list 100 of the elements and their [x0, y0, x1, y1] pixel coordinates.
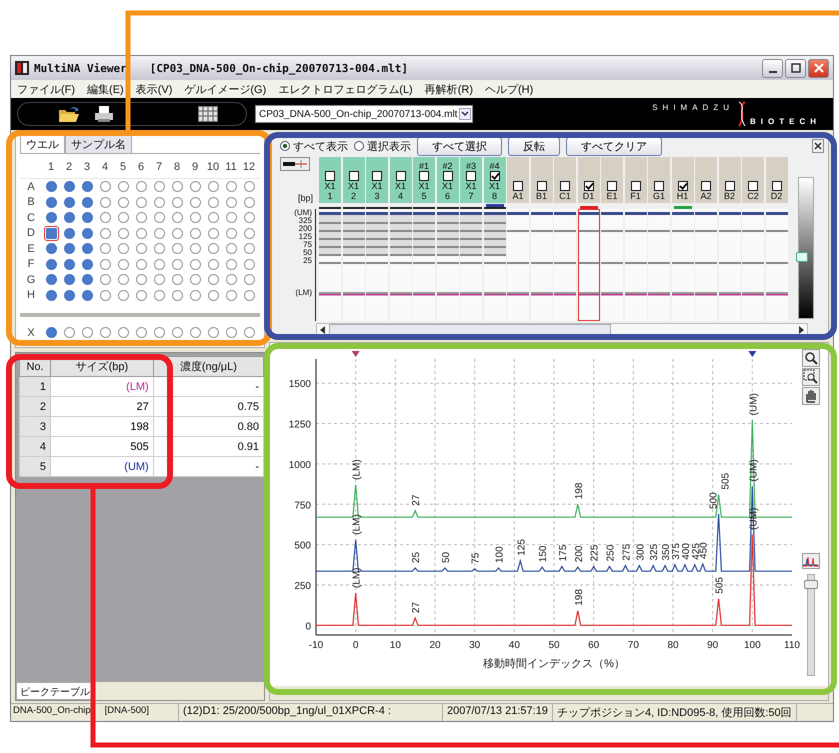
well[interactable]	[226, 274, 236, 286]
well[interactable]	[244, 327, 254, 338]
gel-lane-drawing[interactable]	[578, 209, 600, 321]
maximize-button[interactable]	[785, 58, 806, 78]
gel-lane-drawing[interactable]	[695, 209, 717, 321]
checkbox[interactable]	[348, 171, 358, 181]
marker-icon[interactable]	[748, 351, 756, 357]
well[interactable]	[244, 212, 254, 224]
well[interactable]	[136, 258, 146, 270]
menu-item[interactable]: ファイル(F)	[17, 82, 76, 96]
gel-lane-drawing[interactable]	[530, 209, 552, 321]
well[interactable]	[100, 196, 110, 208]
gel-lane-drawing[interactable]	[413, 209, 435, 321]
lane-tab[interactable]: #1 X1 5	[413, 157, 435, 203]
checkbox[interactable]	[560, 181, 570, 191]
lane-tab[interactable]: A2	[695, 157, 717, 203]
well[interactable]	[208, 258, 218, 270]
menu-item[interactable]: 編集(E)	[87, 82, 124, 96]
well[interactable]	[154, 212, 164, 224]
menu-item[interactable]: 表示(V)	[136, 82, 172, 96]
gel-lane-drawing[interactable]	[766, 209, 788, 321]
slider-thumb[interactable]	[796, 252, 808, 262]
well[interactable]	[244, 258, 254, 270]
radio-option[interactable]: 選択表示	[354, 138, 411, 154]
well[interactable]	[46, 258, 56, 270]
well[interactable]	[100, 228, 110, 239]
well[interactable]	[244, 290, 254, 301]
checkbox[interactable]	[419, 171, 429, 181]
well[interactable]	[46, 181, 56, 192]
well[interactable]	[190, 327, 200, 338]
gel-lane-drawing[interactable]	[366, 209, 388, 321]
gel-lane-drawing[interactable]	[460, 209, 482, 321]
well[interactable]	[208, 196, 218, 208]
well[interactable]	[226, 327, 236, 338]
well[interactable]	[172, 212, 182, 224]
gel-lane-drawing[interactable]	[390, 209, 412, 321]
well[interactable]	[46, 243, 56, 254]
well[interactable]	[244, 181, 254, 192]
well[interactable]	[172, 258, 182, 270]
well[interactable]	[208, 290, 218, 301]
well[interactable]	[118, 228, 128, 239]
well[interactable]	[118, 196, 128, 208]
lane-tab[interactable]: G1	[648, 157, 670, 203]
zoom-slider[interactable]	[807, 574, 815, 676]
gel-lane-drawing[interactable]	[554, 209, 576, 321]
well[interactable]	[154, 274, 164, 286]
well[interactable]	[226, 228, 236, 239]
close-icon[interactable]	[812, 139, 824, 153]
well[interactable]	[244, 243, 254, 254]
well[interactable]	[154, 327, 164, 338]
well[interactable]	[46, 212, 56, 224]
gel-lane-drawing[interactable]	[718, 209, 740, 321]
well[interactable]	[172, 290, 182, 301]
well[interactable]	[100, 327, 110, 338]
well[interactable]	[226, 212, 236, 224]
well[interactable]	[226, 258, 236, 270]
well[interactable]	[190, 258, 200, 270]
panel-tab[interactable]: サンプル名	[65, 135, 132, 153]
checkbox[interactable]	[748, 181, 758, 191]
radio-option[interactable]: すべて表示	[280, 138, 348, 154]
lane-tab[interactable]: B2	[718, 157, 740, 203]
gel-lane-drawing[interactable]	[742, 209, 764, 321]
well[interactable]	[226, 243, 236, 254]
well[interactable]	[244, 196, 254, 208]
well[interactable]	[226, 181, 236, 192]
checkbox[interactable]	[466, 171, 476, 181]
gel-lane-drawing[interactable]	[507, 209, 529, 321]
well[interactable]	[136, 228, 146, 239]
hand-icon[interactable]	[802, 387, 820, 405]
well[interactable]	[82, 243, 92, 254]
well[interactable]	[172, 228, 182, 239]
lane-tab[interactable]: C2	[742, 157, 764, 203]
well[interactable]	[190, 243, 200, 254]
grid-icon[interactable]	[198, 106, 218, 122]
checkbox[interactable]	[442, 171, 452, 181]
well[interactable]	[154, 228, 164, 239]
checkbox[interactable]	[490, 171, 500, 181]
well[interactable]	[82, 212, 92, 224]
well[interactable]	[208, 274, 218, 286]
well[interactable]	[154, 243, 164, 254]
well[interactable]	[190, 228, 200, 239]
lane-tab[interactable]: C1	[554, 157, 576, 203]
checkbox[interactable]	[630, 181, 640, 191]
well[interactable]	[154, 258, 164, 270]
checkbox[interactable]	[607, 181, 617, 191]
well[interactable]	[46, 290, 56, 301]
lane-tab[interactable]: B1	[530, 157, 552, 203]
well[interactable]	[100, 212, 110, 224]
zoom-icon[interactable]	[802, 349, 820, 367]
well[interactable]	[64, 181, 74, 192]
well[interactable]	[190, 274, 200, 286]
well[interactable]	[64, 212, 74, 224]
well[interactable]	[208, 243, 218, 254]
well[interactable]	[118, 327, 128, 338]
lane-tab[interactable]: E1	[601, 157, 623, 203]
well[interactable]	[172, 327, 182, 338]
slider-thumb[interactable]	[804, 580, 818, 589]
gel-lane-drawing[interactable]	[624, 209, 646, 321]
file-dropdown[interactable]: CP03_DNA-500_On-chip_20070713-004.mlt	[255, 105, 474, 123]
lane-tab[interactable]: D2	[766, 157, 788, 203]
